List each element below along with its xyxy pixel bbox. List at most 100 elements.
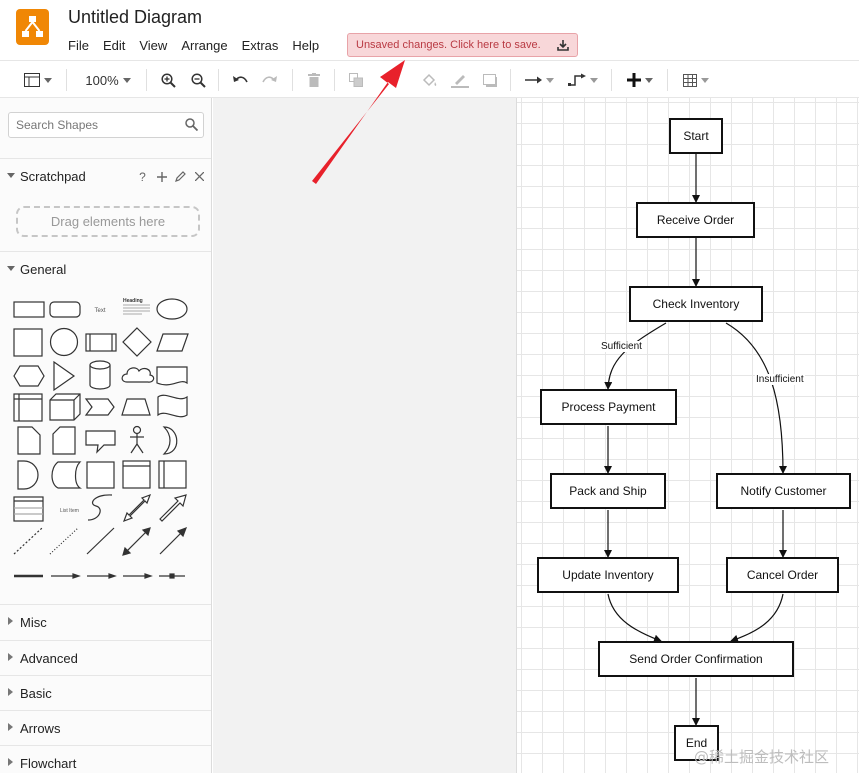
section-arrows[interactable]: Arrows <box>0 710 211 745</box>
shape-curve[interactable] <box>87 494 113 521</box>
shape-process[interactable] <box>85 333 117 352</box>
section-general[interactable]: General <box>0 251 211 286</box>
shape-internal-storage[interactable] <box>13 393 43 422</box>
edge-cancel-confirm[interactable] <box>730 593 784 643</box>
node-pack-and-ship[interactable]: Pack and Ship <box>550 473 666 509</box>
shape-circle[interactable] <box>49 327 79 357</box>
shape-delay[interactable] <box>17 460 39 490</box>
shape-arrow[interactable] <box>159 494 187 522</box>
shape-connector-label[interactable] <box>123 573 153 579</box>
shape-trapezoid[interactable] <box>121 398 151 416</box>
section-flowchart[interactable]: Flowchart <box>0 745 211 773</box>
section-misc[interactable]: Misc <box>0 604 211 639</box>
diagram-canvas[interactable]: Start Receive Order Check Inventory Proc… <box>516 98 859 773</box>
node-start[interactable]: Start <box>669 118 723 154</box>
line-color-button[interactable] <box>449 69 471 91</box>
shadow-button[interactable] <box>480 69 500 91</box>
format-panel-button[interactable] <box>20 69 56 91</box>
shape-connector[interactable] <box>87 573 117 579</box>
close-icon[interactable] <box>193 170 206 183</box>
shape-directional-connector[interactable] <box>159 526 188 555</box>
zoom-in-button[interactable] <box>158 69 178 91</box>
add-icon[interactable] <box>155 170 168 183</box>
node-check-inventory[interactable]: Check Inventory <box>629 286 763 322</box>
edge-label-insufficient[interactable]: Insufficient <box>755 374 805 385</box>
fill-color-button[interactable] <box>420 69 440 91</box>
edge-label-sufficient[interactable]: Sufficient <box>600 341 643 352</box>
shape-hexagon[interactable] <box>13 365 45 387</box>
zoom-dropdown[interactable]: 100% <box>80 69 136 91</box>
redo-button[interactable] <box>260 69 280 91</box>
triangle-down-icon <box>7 173 15 178</box>
insert-button[interactable] <box>623 69 657 91</box>
search-icon[interactable] <box>185 118 198 131</box>
shape-rounded-rectangle[interactable] <box>49 301 81 318</box>
menu-extras[interactable]: Extras <box>242 37 279 55</box>
menu-view[interactable]: View <box>139 37 167 55</box>
shape-diamond[interactable] <box>122 327 152 357</box>
to-front-button[interactable] <box>346 69 366 91</box>
shape-ellipse[interactable] <box>156 298 188 320</box>
shape-step[interactable] <box>84 398 115 416</box>
menu-edit[interactable]: Edit <box>103 37 125 55</box>
shape-cylinder[interactable] <box>89 360 111 390</box>
shape-list[interactable] <box>13 496 44 522</box>
shape-tape[interactable] <box>157 394 188 418</box>
document-title[interactable]: Untitled Diagram <box>68 7 202 28</box>
watermark: @稀土掘金技术社区 <box>694 748 830 766</box>
node-send-order-confirmation[interactable]: Send Order Confirmation <box>598 641 794 677</box>
search-shapes-input[interactable] <box>8 112 204 138</box>
menu-help[interactable]: Help <box>292 37 319 55</box>
shape-bidirectional-arrow[interactable] <box>122 493 152 523</box>
edge-update-confirm[interactable] <box>607 593 662 643</box>
shape-rectangle[interactable] <box>13 301 45 318</box>
shape-data-storage[interactable] <box>51 461 82 489</box>
shape-parallelogram[interactable] <box>156 333 189 352</box>
shape-or[interactable] <box>162 426 178 455</box>
shape-dashed-line[interactable] <box>13 527 43 555</box>
table-button[interactable] <box>679 69 713 91</box>
shape-bidirectional-connector[interactable] <box>122 527 151 556</box>
edge-check-notify[interactable] <box>725 322 787 474</box>
edge-check-payment[interactable] <box>604 322 667 390</box>
shape-text[interactable]: Text <box>94 308 105 314</box>
shape-container[interactable] <box>86 461 115 489</box>
node-process-payment[interactable]: Process Payment <box>540 389 677 425</box>
menu-file[interactable]: File <box>68 37 89 55</box>
unsaved-changes-button[interactable]: Unsaved changes. Click here to save. <box>347 33 578 57</box>
section-scratchpad[interactable]: Scratchpad ? <box>0 158 211 193</box>
edit-pencil-icon[interactable] <box>174 170 187 183</box>
connection-style-button[interactable] <box>522 69 556 91</box>
node-update-inventory[interactable]: Update Inventory <box>537 557 679 593</box>
delete-button[interactable] <box>304 69 324 91</box>
node-receive-order[interactable]: Receive Order <box>636 202 755 238</box>
shape-connector-with-symbol[interactable] <box>159 573 185 579</box>
section-advanced[interactable]: Advanced <box>0 640 211 675</box>
zoom-out-button[interactable] <box>188 69 208 91</box>
shape-line[interactable] <box>86 527 115 555</box>
menu-arrange[interactable]: Arrange <box>181 37 227 55</box>
help-icon[interactable]: ? <box>136 170 149 184</box>
shape-card[interactable] <box>52 426 76 455</box>
shape-note[interactable] <box>17 426 41 455</box>
shape-square[interactable] <box>13 328 43 357</box>
shape-list-item[interactable]: List Item <box>60 508 79 514</box>
waypoints-button[interactable] <box>566 69 600 91</box>
scratchpad-drop-zone[interactable]: Drag elements here <box>16 206 200 237</box>
node-cancel-order[interactable]: Cancel Order <box>726 557 839 593</box>
shape-swimlane[interactable] <box>122 460 151 489</box>
node-notify-customer[interactable]: Notify Customer <box>716 473 851 509</box>
canvas-background[interactable] <box>213 98 516 773</box>
section-basic[interactable]: Basic <box>0 675 211 710</box>
shape-vertical-swimlane[interactable] <box>158 460 187 489</box>
shape-dotted-line[interactable] <box>49 527 79 555</box>
shape-triangle[interactable] <box>53 360 76 392</box>
shape-cloud[interactable] <box>121 367 155 383</box>
shape-callout[interactable] <box>85 430 116 454</box>
undo-button[interactable] <box>230 69 250 91</box>
shape-textbox[interactable]: Heading <box>123 298 150 315</box>
shape-actor[interactable] <box>130 425 144 454</box>
shape-document[interactable] <box>156 366 188 386</box>
shape-link-connector[interactable] <box>51 573 81 579</box>
shape-cube[interactable] <box>49 393 81 421</box>
